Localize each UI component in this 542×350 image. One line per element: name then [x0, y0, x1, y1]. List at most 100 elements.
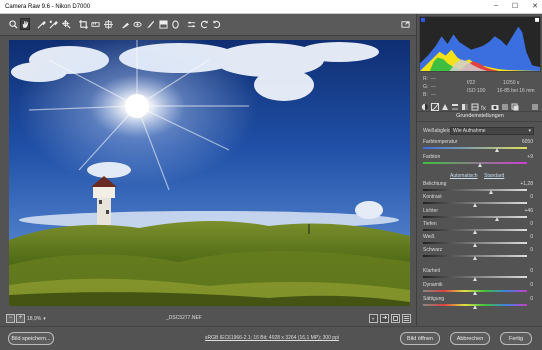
histogram	[419, 16, 541, 72]
slider-row: Farbton +9	[423, 154, 537, 167]
slider-label: Farbtemperatur	[423, 139, 458, 145]
open-image-button[interactable]: Bild öffnen	[400, 332, 440, 345]
slider-label: Sättigung	[423, 296, 445, 302]
slider-track[interactable]	[423, 216, 527, 218]
chevron-down-icon: ▾	[528, 128, 531, 134]
filename: _DSC5277.NEF	[166, 315, 202, 321]
tab-fx[interactable]: fx	[481, 103, 489, 112]
graduated-filter-icon[interactable]	[158, 18, 168, 30]
red-eye-icon[interactable]	[132, 18, 142, 30]
zoom-level-select[interactable]: 18,9% ▾	[27, 314, 46, 323]
rotate-right-icon[interactable]	[211, 18, 221, 30]
slider-row: Belichtung +1,28	[423, 181, 537, 194]
aperture: f/22	[467, 80, 476, 86]
slider-thumb[interactable]	[472, 305, 477, 309]
straighten-tool-icon[interactable]	[90, 18, 100, 30]
white-balance-row: Weißabgleich: Wie Aufnahme ▾	[423, 127, 537, 137]
slider-thumb[interactable]	[472, 203, 477, 207]
preferences-icon[interactable]	[186, 18, 196, 30]
auto-link[interactable]: Automatisch	[450, 173, 478, 179]
adjustments-panel: R: G: B: --- --- --- f/22 1/250 s ISO 10…	[416, 14, 542, 326]
slider-value[interactable]: 0	[530, 247, 533, 253]
slider-thumb[interactable]	[495, 148, 500, 152]
tab-tone-curve[interactable]	[431, 103, 439, 111]
svg-text:fx: fx	[481, 105, 487, 111]
slider-thumb[interactable]	[477, 163, 482, 167]
transform-tool-icon[interactable]	[103, 18, 113, 30]
slider-value[interactable]: 0	[530, 282, 533, 288]
view-settings-button[interactable]	[402, 314, 411, 323]
tab-presets[interactable]	[501, 103, 509, 111]
slider-label: Tiefen	[423, 221, 437, 227]
close-button[interactable]: ✕	[532, 2, 538, 10]
image-preview-area	[0, 36, 416, 312]
slider-row: Sättigung 0	[423, 296, 537, 309]
panel-menu-icon[interactable]	[531, 103, 539, 111]
tab-lens[interactable]	[471, 103, 479, 111]
pixel-info: R: G: B: --- --- --- f/22 1/250 s ISO 10…	[417, 74, 542, 102]
slider-thumb[interactable]	[472, 277, 477, 281]
slider-label: Farbton	[423, 154, 441, 160]
slider-row: Farbtemperatur 6050	[423, 139, 537, 152]
slider-row: Kontrast 0	[423, 194, 537, 207]
slider-value[interactable]: 0	[530, 194, 533, 200]
slider-value[interactable]: 0	[530, 296, 533, 302]
color-sampler-tool-icon[interactable]	[48, 18, 58, 30]
default-link[interactable]: Standard	[484, 173, 504, 179]
zoom-out-button[interactable]: −	[6, 314, 15, 323]
slider-value[interactable]: 0	[530, 234, 533, 240]
zoom-tool-icon[interactable]	[8, 18, 18, 30]
crop-tool-icon[interactable]	[78, 18, 88, 30]
tab-split-toning[interactable]	[461, 103, 469, 111]
radial-filter-icon[interactable]	[170, 18, 180, 30]
footer-bar: Bild speichern... sRGB IEC61966-2.1; 16 …	[0, 326, 542, 350]
adjustment-brush-icon[interactable]	[145, 18, 155, 30]
b-label: B:	[423, 92, 428, 98]
save-image-button[interactable]: Bild speichern...	[8, 332, 54, 345]
section-title: Grundeinstellungen	[417, 113, 542, 122]
photo-preview[interactable]	[9, 40, 410, 306]
maximize-button[interactable]: ☐	[512, 2, 518, 10]
panel-tabs: fx	[417, 102, 542, 112]
slider-track[interactable]	[423, 147, 527, 149]
view-mode-y-button[interactable]: Y	[369, 314, 378, 323]
hand-tool-icon[interactable]	[20, 18, 30, 30]
white-balance-value: Wie Aufnahme	[453, 128, 486, 134]
white-balance-tool-icon[interactable]	[36, 18, 46, 30]
r-label: R:	[423, 76, 428, 82]
slider-value[interactable]: +1,28	[520, 181, 533, 187]
tab-hsl[interactable]	[451, 103, 459, 111]
slider-value[interactable]: 0	[530, 268, 533, 274]
slider-row: Tiefen 0	[423, 221, 537, 234]
swap-view-button[interactable]	[380, 314, 389, 323]
copy-settings-button[interactable]	[391, 314, 400, 323]
white-balance-select[interactable]: Wie Aufnahme ▾	[450, 127, 534, 135]
spot-removal-icon[interactable]	[120, 18, 130, 30]
fullscreen-icon[interactable]	[400, 18, 410, 30]
tab-basic[interactable]	[421, 103, 429, 111]
focal-length: 16-85 bei 16 mm	[497, 88, 535, 94]
r-value: ---	[431, 76, 436, 82]
slider-track[interactable]	[423, 189, 527, 191]
slider-thumb[interactable]	[472, 291, 477, 295]
tab-camera-calibration[interactable]	[491, 103, 499, 111]
targeted-adjustment-icon[interactable]	[61, 18, 71, 30]
slider-value[interactable]: +9	[527, 154, 533, 160]
rotate-left-icon[interactable]	[199, 18, 209, 30]
minimize-button[interactable]: –	[494, 2, 498, 10]
status-bar: − + 18,9% ▾ _DSC5277.NEF Y	[0, 312, 416, 326]
tab-snapshots[interactable]	[511, 103, 519, 111]
slider-value[interactable]: +46	[525, 208, 533, 214]
slider-value[interactable]: 0	[530, 221, 533, 227]
done-button[interactable]: Fertig	[500, 332, 532, 345]
zoom-in-button[interactable]: +	[16, 314, 25, 323]
slider-thumb[interactable]	[472, 256, 477, 260]
b-value: ---	[431, 92, 436, 98]
tab-detail[interactable]	[441, 103, 449, 111]
slider-value[interactable]: 6050	[522, 139, 533, 145]
slider-row: Dynamik 0	[423, 282, 537, 295]
workflow-options-link[interactable]: sRGB IEC61966-2.1; 16 Bit; 4928 x 3264 (…	[205, 335, 339, 341]
slider-label: Klarheit	[423, 268, 440, 274]
slider-track[interactable]	[423, 162, 527, 164]
cancel-button[interactable]: Abbrechen	[450, 332, 490, 345]
